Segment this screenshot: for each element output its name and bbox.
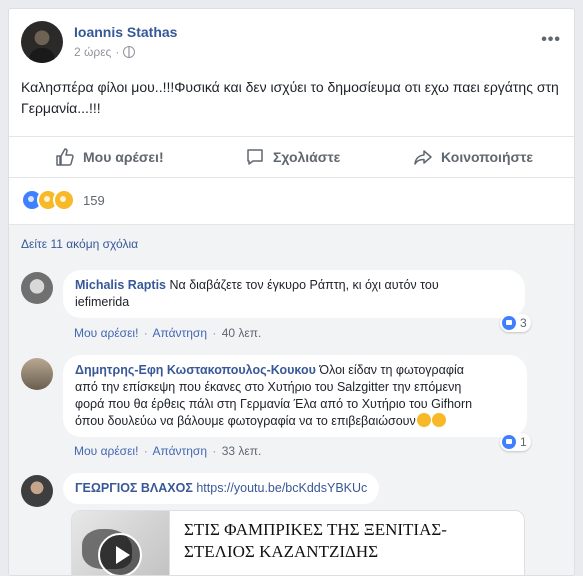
- comment-text-cont: από την επίσκεψη που έκανες στο Χυτήριο …: [75, 380, 462, 394]
- reaction-count: 159: [83, 192, 105, 208]
- comment-like-badge[interactable]: 3: [500, 314, 531, 332]
- comment-like-badge[interactable]: 1: [500, 433, 531, 451]
- like-icon: [502, 435, 516, 449]
- meta-separator: ·: [115, 45, 120, 59]
- like-button-label: Μου αρέσει!: [83, 149, 164, 165]
- laughing-emoji-icon: [416, 413, 431, 427]
- comment-like-link[interactable]: Μου αρέσει!: [74, 326, 138, 340]
- share-button-label: Κοινοποιήστε: [441, 149, 533, 165]
- post-card: Ioannis Stathas 2 ώρες · ••• Καλησπέρα φ…: [8, 8, 575, 576]
- author-avatar[interactable]: [21, 21, 63, 63]
- commenter-avatar[interactable]: [21, 272, 53, 304]
- comment-text-cont: όπου δουλεύω να βάλουμε φωτογραφία να το…: [75, 414, 416, 428]
- view-more-comments-link[interactable]: Δείτε 11 ακόμη σχόλια: [21, 237, 138, 251]
- comment-text: Όλοι είδαν τη φωτογραφία: [315, 363, 464, 377]
- separator: ·: [212, 326, 217, 340]
- comment-bubble: Δημητρης-Εφη Κωστακοπουλος-Κουκου Όλοι ε…: [63, 355, 527, 437]
- post-time[interactable]: 2 ώρες: [74, 45, 111, 59]
- author-name[interactable]: Ioannis Stathas: [74, 24, 177, 40]
- separator: ·: [143, 326, 148, 340]
- separator: ·: [212, 444, 217, 458]
- comment-text: Να διαβάζετε τον έγκυρο Ράπτη, κι όχι αυ…: [166, 278, 439, 292]
- link-preview-card[interactable]: ΣΤΙΣ ΦΑΜΠΡΙΚΕΣ ΤΗΣ ΞΕΝΙΤΙΑΣ-ΣΤΕΛΙΟΣ ΚΑΖΑ…: [71, 510, 525, 575]
- comment-actions: Μου αρέσει! · Απάντηση · 33 λεπ.: [74, 444, 261, 458]
- comment-time[interactable]: 33 λεπ.: [222, 444, 262, 458]
- more-options-icon[interactable]: •••: [541, 31, 561, 49]
- comment-button-label: Σχολιάστε: [273, 149, 341, 165]
- reactions-summary[interactable]: 159: [21, 189, 105, 211]
- comment-button[interactable]: Σχολιάστε: [245, 137, 340, 177]
- comment-actions: Μου αρέσει! · Απάντηση · 40 λεπ.: [74, 326, 261, 340]
- commenter-avatar[interactable]: [21, 475, 53, 507]
- comments-section: Δείτε 11 ακόμη σχόλια Michalis Raptis Να…: [9, 224, 574, 575]
- comment-bubble: Michalis Raptis Να διαβάζετε τον έγκυρο …: [63, 270, 525, 318]
- youtube-link[interactable]: https://youtu.be/bcKddsYBKUc: [196, 481, 367, 495]
- share-button[interactable]: Κοινοποιήστε: [413, 137, 533, 177]
- play-icon[interactable]: [98, 533, 142, 575]
- comment-like-count: 1: [520, 435, 527, 449]
- comment-reply-link[interactable]: Απάντηση: [152, 444, 207, 458]
- comment-time[interactable]: 40 λεπ.: [222, 326, 262, 340]
- commenter-name[interactable]: Δημητρης-Εφη Κωστακοπουλος-Κουκου: [75, 363, 316, 377]
- action-bar: Μου αρέσει! Σχολιάστε Κοινοποιήστε: [9, 136, 574, 178]
- comment-text-cont: φορά που θα έρθεις πάλι στη Γερμανία Έλα…: [75, 397, 473, 411]
- separator: ·: [143, 444, 148, 458]
- comment-text-cont: iefimerida: [75, 295, 130, 309]
- share-arrow-icon: [414, 150, 432, 165]
- comment-bubble: ΓΕΩΡΓΙΟΣ ΒΛΑΧΟΣ https://youtu.be/bcKddsY…: [63, 473, 380, 504]
- link-preview-title[interactable]: ΣΤΙΣ ΦΑΜΠΡΙΚΕΣ ΤΗΣ ΞΕΝΙΤΙΑΣ-ΣΤΕΛΙΟΣ ΚΑΖΑ…: [184, 519, 504, 563]
- wow-reaction-icon: [53, 189, 75, 211]
- laughing-emoji-icon: [431, 413, 446, 427]
- like-button[interactable]: Μου αρέσει!: [55, 137, 164, 177]
- video-thumbnail[interactable]: [72, 511, 170, 575]
- post-header: Ioannis Stathas 2 ώρες · •••: [21, 21, 561, 65]
- post-text: Καλησπέρα φίλοι μου..!!!Φυσικά και δεν ι…: [21, 79, 559, 116]
- comment-icon: [247, 149, 263, 165]
- commenter-name[interactable]: Michalis Raptis: [75, 278, 166, 292]
- thumbs-up-icon: [56, 148, 74, 166]
- post-meta: 2 ώρες ·: [74, 45, 136, 59]
- comment-like-count: 3: [520, 316, 527, 330]
- commenter-name[interactable]: ΓΕΩΡΓΙΟΣ ΒΛΑΧΟΣ: [75, 481, 193, 495]
- like-icon: [502, 316, 516, 330]
- commenter-avatar[interactable]: [21, 358, 53, 390]
- globe-icon: [123, 46, 136, 58]
- comment-like-link[interactable]: Μου αρέσει!: [74, 444, 138, 458]
- comment-reply-link[interactable]: Απάντηση: [152, 326, 207, 340]
